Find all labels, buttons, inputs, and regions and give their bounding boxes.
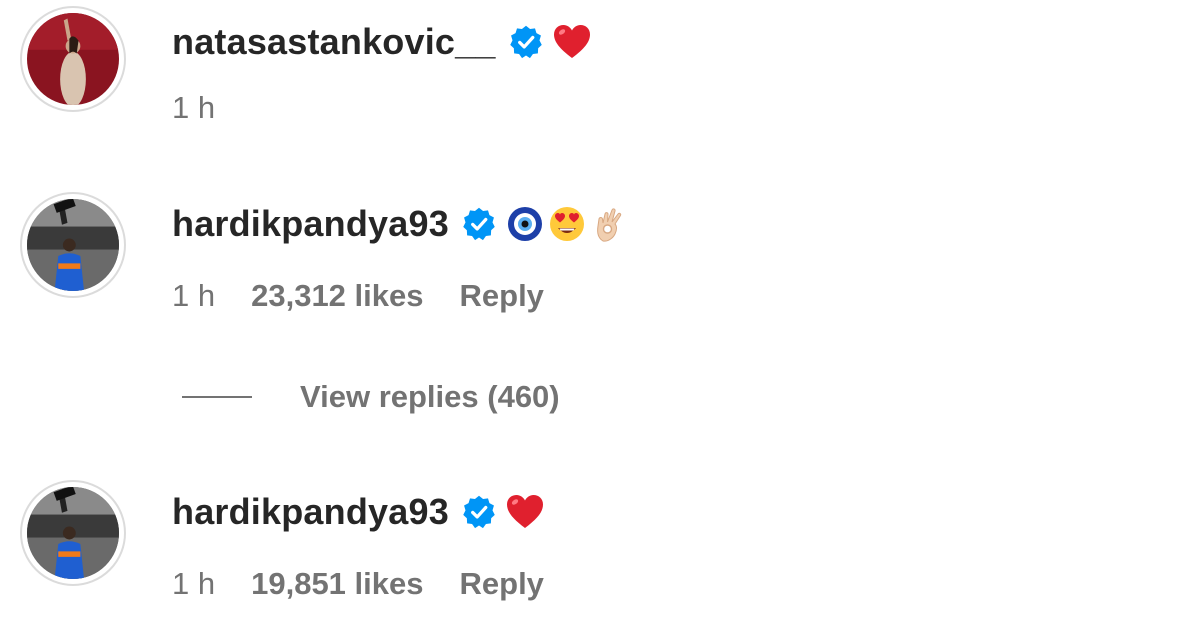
username[interactable]: hardikpandya93 [172, 203, 449, 245]
avatar[interactable] [20, 480, 126, 586]
avatar-image [27, 199, 119, 291]
comment-time: 1 h [172, 90, 216, 125]
comment-header: natasastankovic__ [172, 17, 592, 67]
reply-button[interactable]: Reply [460, 278, 544, 314]
verified-badge-icon [461, 206, 497, 242]
comment-time: 1 h [172, 278, 216, 313]
likes-count[interactable]: 23,312 likes [251, 278, 423, 314]
avatar[interactable] [20, 6, 126, 112]
red-heart-icon [552, 22, 592, 62]
username[interactable]: natasastankovic__ [172, 21, 496, 63]
ok-hand-light-skin-icon [589, 204, 629, 244]
comment-header: hardikpandya93 [172, 199, 629, 249]
heart-eyes-face-icon [547, 204, 587, 244]
reply-button[interactable]: Reply [460, 566, 544, 602]
avatar-image [27, 13, 119, 105]
red-heart-icon [505, 492, 545, 532]
username[interactable]: hardikpandya93 [172, 491, 449, 533]
comment-meta: 1 h [172, 88, 215, 128]
view-replies-button[interactable]: View replies (460) [182, 377, 560, 417]
nazar-amulet-icon [505, 204, 545, 244]
likes-count[interactable]: 19,851 likes [251, 566, 423, 602]
divider-line [182, 396, 252, 398]
avatar-image [27, 487, 119, 579]
view-replies-label: View replies (460) [300, 379, 560, 414]
avatar[interactable] [20, 192, 126, 298]
comment-meta: 1 h 23,312 likes Reply [172, 276, 544, 316]
comment-header: hardikpandya93 [172, 487, 545, 537]
comment-meta: 1 h 19,851 likes Reply [172, 564, 544, 604]
verified-badge-icon [508, 24, 544, 60]
comment-time: 1 h [172, 566, 216, 601]
verified-badge-icon [461, 494, 497, 530]
